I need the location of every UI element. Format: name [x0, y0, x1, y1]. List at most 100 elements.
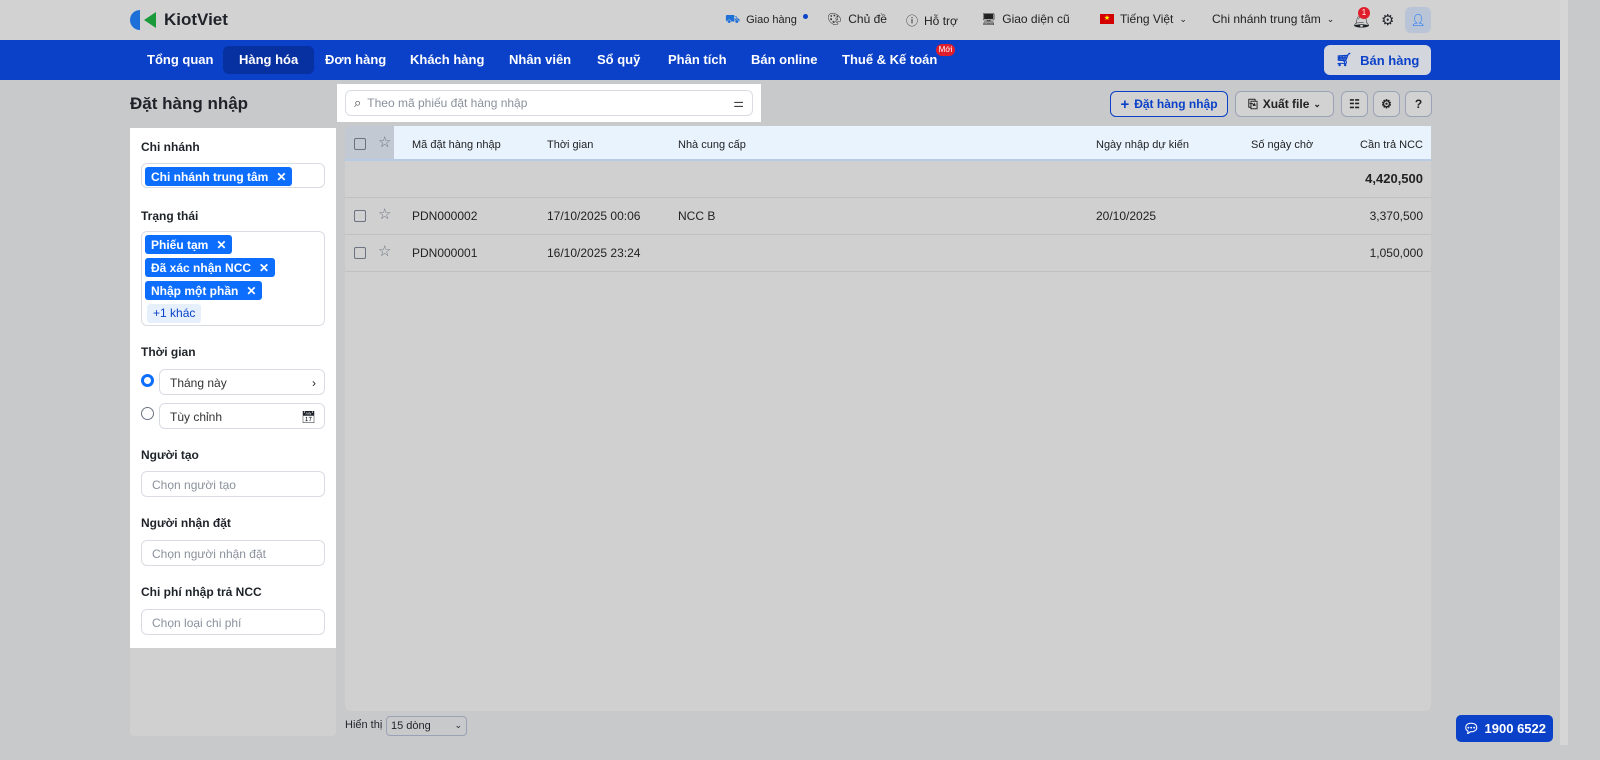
delivery-link[interactable]: ⛟ Giao hàng — [725, 12, 808, 28]
page-size-select[interactable]: 15 dòng ⌄ — [386, 716, 467, 736]
status-filter[interactable]: Phiếu tạm ✕ Đã xác nhận NCC ✕ Nhập một phầ… — [141, 231, 325, 326]
creator-select[interactable]: Chọn người tạo — [141, 471, 325, 497]
brand-name: KiotViet — [164, 10, 228, 29]
filter-sliders-icon[interactable]: ⚌ — [733, 96, 744, 110]
chat-alert-icon: ⓘ — [906, 14, 919, 28]
sell-button[interactable]: 🛒︎ Bán hàng — [1324, 45, 1431, 75]
header-supplier[interactable]: Nhà cung cấp — [678, 139, 746, 151]
branch-tag: Chi nhánh trung tâm ✕ — [145, 167, 293, 186]
main-nav: Tổng quan Hàng hóa Đơn hàng Khách hàng N… — [0, 40, 1560, 80]
remove-tag-icon[interactable]: ✕ — [259, 261, 269, 275]
column-toggle-button[interactable]: ☷ — [1341, 91, 1368, 117]
theme-link[interactable]: 🎨︎ Chủ đề — [827, 12, 887, 26]
nav-products[interactable]: Hàng hóa — [223, 46, 315, 74]
receiver-select[interactable]: Chọn người nhận đặt — [141, 540, 325, 566]
total-row: 4,420,500 — [345, 161, 1431, 198]
receiver-label: Người nhận đặt — [141, 516, 231, 530]
remove-tag-icon[interactable]: ✕ — [246, 284, 256, 298]
dot-indicator — [802, 13, 808, 19]
new-badge: Mới — [935, 44, 956, 56]
purchase-orders-table: ☆ Mã đặt hàng nhập Thời gian Nhà cung cấ… — [345, 126, 1431, 711]
status-tag: Phiếu tạm ✕ — [145, 235, 233, 254]
row-checkbox[interactable] — [354, 247, 366, 259]
chevron-down-icon: ⌄ — [1179, 13, 1187, 24]
branch-label: Chi nhánh — [141, 140, 200, 154]
star-icon[interactable]: ☆ — [378, 242, 391, 260]
chat-icon: 💬︎ — [1463, 720, 1480, 736]
kiotviet-logo-icon — [130, 10, 156, 30]
row-checkbox[interactable] — [354, 210, 366, 222]
creator-label: Người tạo — [141, 448, 199, 462]
avatar[interactable]: 👤︎ — [1405, 7, 1431, 33]
nav-orders[interactable]: Đơn hàng — [309, 46, 402, 74]
chevron-down-icon: ⌄ — [454, 720, 462, 730]
nav-tax-accounting[interactable]: Thuế & Kế toán Mới — [826, 44, 956, 74]
total-due: 4,420,500 — [1365, 171, 1423, 186]
chevron-down-icon: ⌄ — [1326, 13, 1335, 24]
list-icon: ☷ — [1349, 97, 1360, 111]
star-icon[interactable]: ☆ — [378, 205, 391, 223]
search-icon: ⌕ — [354, 95, 362, 110]
scrollbar[interactable] — [1560, 0, 1568, 745]
header-due[interactable]: Cần trả NCC — [1360, 139, 1423, 151]
vietnam-flag-icon: ★ — [1100, 14, 1114, 24]
table-row[interactable]: ☆ PDN000001 16/10/2025 23:24 1,050,000 — [345, 235, 1431, 272]
status-tag: Đã xác nhận NCC ✕ — [145, 258, 276, 277]
status-label: Trạng thái — [141, 209, 199, 223]
page-size-label: Hiển thị — [345, 719, 383, 731]
nav-staff[interactable]: Nhân viên — [493, 46, 587, 74]
radio-custom[interactable] — [141, 407, 154, 420]
nav-online-sales[interactable]: Bán online — [735, 46, 833, 74]
bell-icon[interactable]: 🔔︎ 1 — [1352, 7, 1371, 29]
nav-customers[interactable]: Khách hàng — [394, 46, 500, 74]
search-input[interactable]: ⌕ Theo mã phiếu đặt hàng nhập ⚌ — [345, 90, 753, 116]
language-select[interactable]: ★ Tiếng Việt ⌄ — [1100, 12, 1187, 26]
top-bar: KiotViet ⛟ Giao hàng 🎨︎ Chủ đề ⓘ Hỗ trợ 🖥︎ G… — [0, 0, 1560, 40]
help-icon: ? — [1414, 97, 1423, 111]
header-expected-date[interactable]: Ngày nhập dự kiến — [1096, 139, 1189, 151]
star-icon[interactable]: ☆ — [378, 133, 391, 151]
chevron-down-icon: ⌄ — [1313, 98, 1321, 109]
palette-icon: 🎨︎ — [827, 12, 843, 26]
export-file-button[interactable]: ⎘ Xuất file ⌄ — [1235, 91, 1334, 117]
radio-this-month[interactable] — [141, 374, 154, 387]
branch-filter[interactable]: Chi nhánh trung tâm ✕ — [141, 163, 325, 188]
nav-analytics[interactable]: Phân tích — [652, 46, 743, 74]
this-month-select[interactable]: Tháng này › — [159, 369, 325, 395]
remove-tag-icon[interactable]: ✕ — [276, 170, 286, 184]
custom-date-input[interactable]: Tùy chỉnh 📅︎ — [159, 403, 325, 429]
more-tags-badge[interactable]: +1 khác — [147, 304, 202, 323]
cost-select[interactable]: Chọn loại chi phí — [141, 609, 325, 635]
gear-icon: ⚙ — [1381, 97, 1392, 111]
truck-icon: ⛟ — [725, 12, 741, 26]
old-ui-link[interactable]: 🖥︎ Giao diện cũ — [981, 12, 1070, 26]
support-link[interactable]: ⓘ Hỗ trợ — [906, 12, 958, 29]
logo[interactable]: KiotViet — [130, 8, 228, 32]
nav-cashbook[interactable]: Sổ quỹ — [581, 46, 656, 74]
header-time[interactable]: Thời gian — [547, 139, 593, 151]
remove-tag-icon[interactable]: ✕ — [216, 238, 226, 252]
settings-button[interactable]: ⚙ — [1373, 91, 1400, 117]
add-purchase-order-button[interactable]: + Đặt hàng nhập — [1110, 91, 1228, 117]
calendar-icon: 📅︎ — [300, 410, 316, 424]
page-title: Đặt hàng nhập — [130, 94, 249, 113]
table-row[interactable]: ☆ PDN000002 17/10/2025 00:06 NCC B 20/10… — [345, 198, 1431, 235]
status-tag: Nhập một phần ✕ — [145, 281, 263, 300]
help-button[interactable]: ? — [1405, 91, 1432, 117]
gear-icon[interactable]: ⚙ — [1381, 11, 1394, 29]
filter-panel: Chi nhánh Chi nhánh trung tâm ✕ Trạng thá… — [130, 128, 336, 648]
nav-overview[interactable]: Tổng quan — [131, 46, 229, 74]
export-icon: ⎘ — [1248, 96, 1258, 111]
header-code[interactable]: Mã đặt hàng nhập — [412, 139, 501, 151]
plus-icon: + — [1120, 95, 1130, 113]
time-label: Thời gian — [141, 345, 196, 359]
notification-badge: 1 — [1358, 7, 1370, 19]
header-wait-days[interactable]: Số ngày chờ — [1251, 139, 1313, 151]
search-area: ⌕ Theo mã phiếu đặt hàng nhập ⚌ — [337, 84, 761, 122]
table-header: ☆ Mã đặt hàng nhập Thời gian Nhà cung cấ… — [345, 126, 1431, 161]
select-all-checkbox[interactable] — [354, 138, 366, 150]
cost-label: Chi phí nhập trả NCC — [141, 585, 262, 599]
hotline-button[interactable]: 💬︎ 1900 6522 — [1456, 715, 1553, 742]
cart-icon: 🛒︎ — [1335, 52, 1353, 67]
branch-select[interactable]: Chi nhánh trung tâm ⌄ — [1212, 12, 1334, 26]
